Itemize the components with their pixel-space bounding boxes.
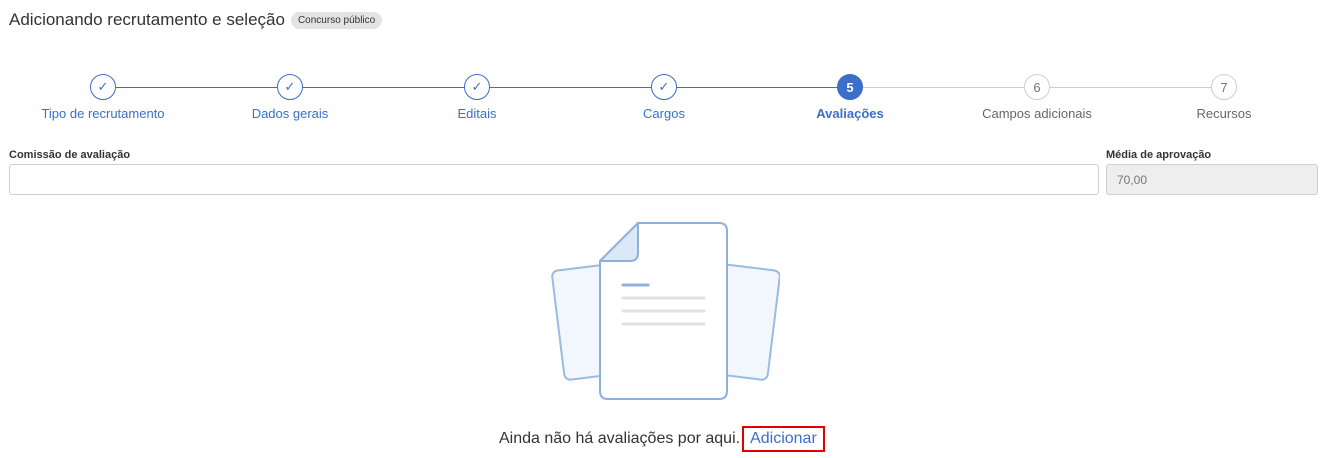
step-campos-adicionais[interactable]: 6 Campos adicionais (947, 74, 1127, 121)
step-cargos[interactable]: ✓ Cargos (574, 74, 754, 121)
page-header: Adicionando recrutamento e seleção Concu… (9, 10, 383, 30)
step-label: Cargos (643, 106, 685, 121)
step-label: Recursos (1196, 106, 1252, 121)
approval-average-input (1106, 164, 1318, 195)
add-evaluation-link[interactable]: Adicionar (742, 426, 825, 452)
check-icon: ✓ (651, 74, 677, 100)
page-title: Adicionando recrutamento e seleção (9, 10, 285, 29)
empty-state: Ainda não há avaliações por aqui. Adicio… (499, 426, 825, 452)
step-label: Editais (457, 106, 497, 121)
folded-corner (599, 222, 639, 262)
step-number: 7 (1211, 74, 1237, 100)
step-tipo-de-recrutamento[interactable]: ✓ Tipo de recrutamento (13, 74, 193, 121)
step-recursos[interactable]: 7 Recursos (1134, 74, 1314, 121)
step-editais[interactable]: ✓ Editais (387, 74, 567, 121)
check-icon: ✓ (90, 74, 116, 100)
approval-average-label: Média de aprovação (1106, 149, 1212, 161)
empty-state-message: Ainda não há avaliações por aqui. (499, 430, 741, 447)
wizard-stepper: ✓ Tipo de recrutamento ✓ Dados gerais ✓ … (0, 74, 1325, 130)
step-number: 5 (837, 74, 863, 100)
step-avaliacoes[interactable]: 5 Avaliações (760, 74, 940, 121)
step-label: Tipo de recrutamento (41, 106, 165, 121)
commission-label: Comissão de avaliação (9, 149, 131, 161)
recruitment-type-badge: Concurso público (290, 11, 383, 29)
step-label: Campos adicionais (982, 106, 1092, 121)
check-icon: ✓ (277, 74, 303, 100)
step-label: Avaliações (816, 106, 884, 121)
document-stack-icon (551, 222, 780, 400)
step-dados-gerais[interactable]: ✓ Dados gerais (200, 74, 380, 121)
commission-input[interactable] (9, 164, 1099, 195)
step-number: 6 (1024, 74, 1050, 100)
step-label: Dados gerais (251, 106, 329, 121)
check-icon: ✓ (464, 74, 490, 100)
